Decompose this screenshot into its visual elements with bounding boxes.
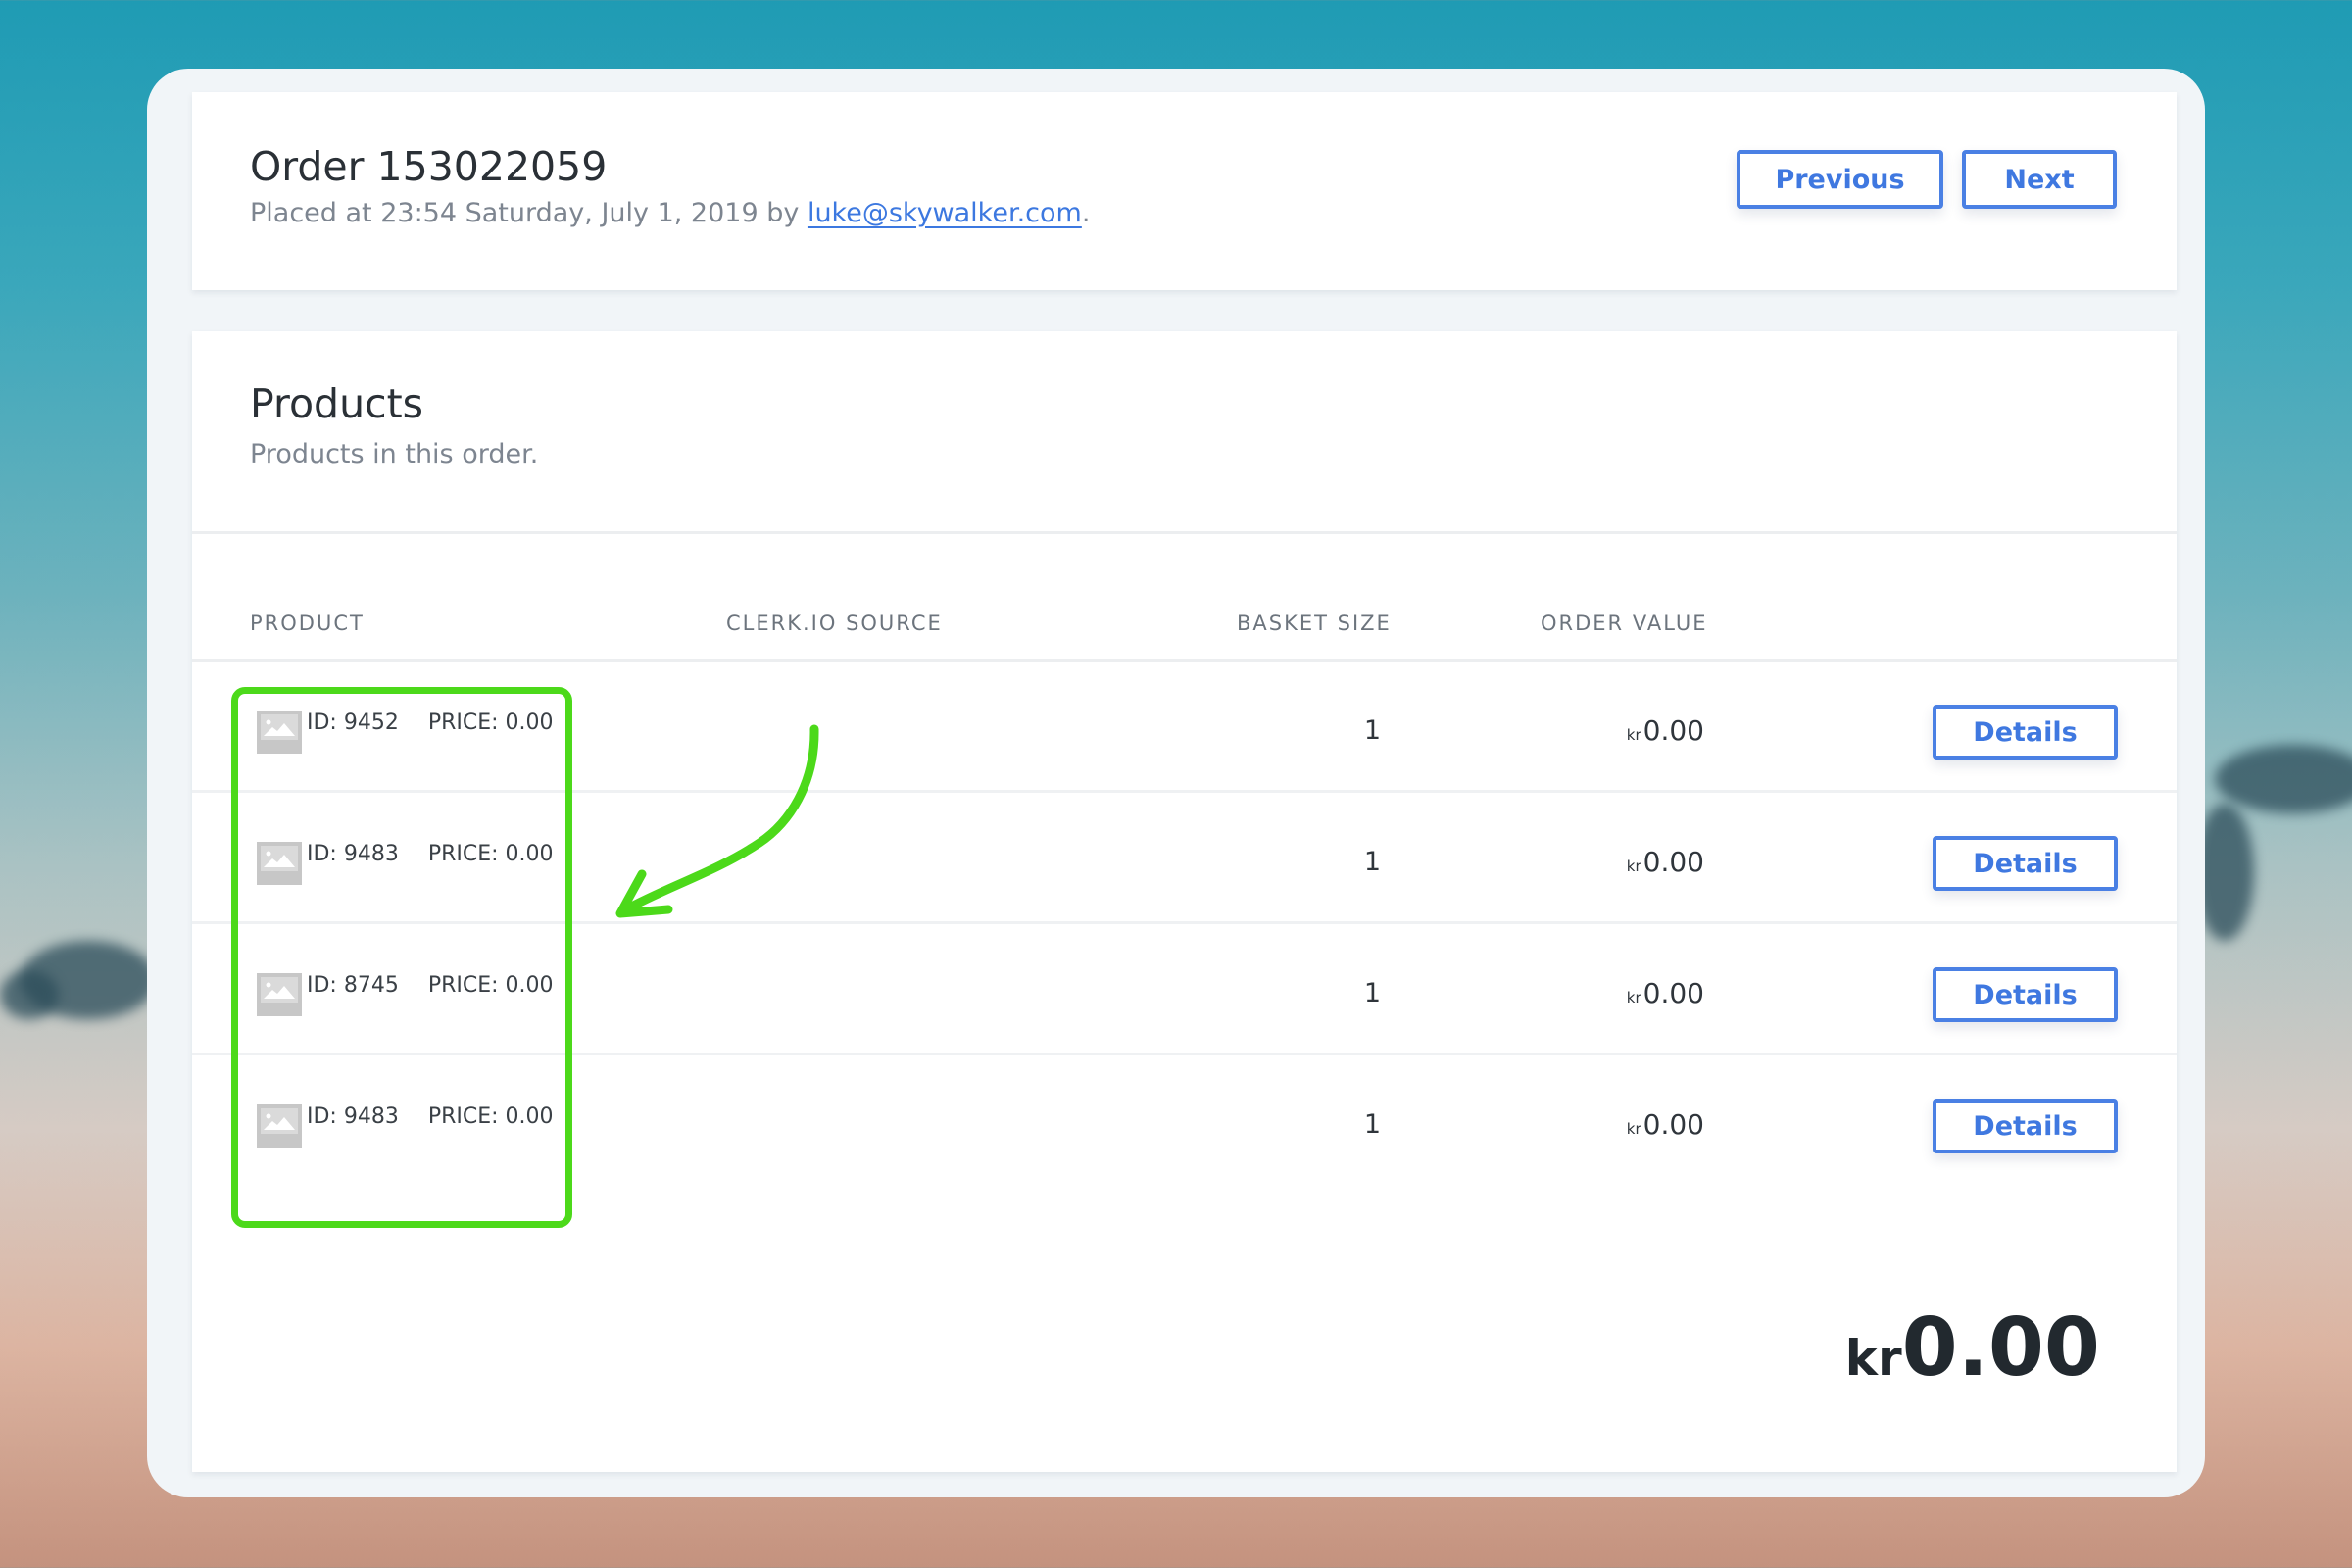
- currency: kr: [1626, 726, 1642, 744]
- image-placeholder-icon: [257, 842, 302, 885]
- background-cloud: [2215, 745, 2352, 813]
- details-button[interactable]: Details: [1933, 836, 2118, 891]
- column-header-source: CLERK.IO SOURCE: [726, 612, 943, 635]
- amount: 0.00: [1642, 846, 1704, 878]
- column-header-basket-size: BASKET SIZE: [1237, 612, 1392, 635]
- image-placeholder-icon: [257, 973, 302, 1016]
- image-placeholder-icon: [257, 710, 302, 754]
- order-placed-info: Placed at 23:54 Saturday, July 1, 2019 b…: [250, 198, 1090, 228]
- table-row: ID: 9483 PRICE: 0.00 1 kr0.00 Details: [192, 793, 2177, 924]
- details-button[interactable]: Details: [1933, 967, 2118, 1022]
- product-price: PRICE: 0.00: [427, 973, 554, 998]
- products-card: Products Products in this order. PRODUCT…: [192, 331, 2177, 1472]
- page-title: Order 153022059: [250, 143, 608, 190]
- column-header-order-value: ORDER VALUE: [1541, 612, 1708, 635]
- basket-size: 1: [1363, 1109, 1381, 1140]
- table-row: ID: 9483 PRICE: 0.00 1 kr0.00 Details: [192, 1055, 2177, 1187]
- order-value: kr0.00: [1627, 714, 1704, 747]
- product-id: ID: 8745: [307, 973, 399, 998]
- section-title: Products: [250, 380, 424, 427]
- product-cell: ID: 9483 PRICE: 0.00: [257, 1104, 554, 1148]
- currency: kr: [1626, 1120, 1642, 1138]
- product-price: PRICE: 0.00: [427, 1104, 554, 1129]
- order-header-card: Order 153022059 Placed at 23:54 Saturday…: [192, 92, 2177, 290]
- amount: 0.00: [1642, 714, 1704, 747]
- amount: 0.00: [1642, 977, 1704, 1009]
- product-id: ID: 9483: [307, 1104, 399, 1129]
- basket-size: 1: [1363, 978, 1381, 1008]
- order-total: kr0.00: [1845, 1301, 2100, 1395]
- product-cell: ID: 9452 PRICE: 0.00: [257, 710, 554, 754]
- column-header-product: PRODUCT: [250, 612, 365, 635]
- basket-size: 1: [1363, 847, 1381, 877]
- next-button[interactable]: Next: [1962, 150, 2117, 209]
- order-value: kr0.00: [1627, 846, 1704, 878]
- order-value: kr0.00: [1627, 977, 1704, 1009]
- table-row: ID: 8745 PRICE: 0.00 1 kr0.00 Details: [192, 924, 2177, 1055]
- order-value: kr0.00: [1627, 1108, 1704, 1141]
- basket-size: 1: [1363, 715, 1381, 746]
- details-button[interactable]: Details: [1933, 705, 2118, 760]
- placed-suffix: .: [1081, 198, 1091, 228]
- details-button[interactable]: Details: [1933, 1099, 2118, 1153]
- total-currency: kr: [1844, 1330, 1902, 1387]
- product-cell: ID: 8745 PRICE: 0.00: [257, 973, 554, 1016]
- currency: kr: [1626, 858, 1642, 875]
- image-placeholder-icon: [257, 1104, 302, 1148]
- product-cell: ID: 9483 PRICE: 0.00: [257, 842, 554, 885]
- table-row: ID: 9452 PRICE: 0.00 1 kr0.00 Details: [192, 662, 2177, 793]
- product-price: PRICE: 0.00: [427, 710, 554, 735]
- total-amount: 0.00: [1901, 1301, 2100, 1395]
- product-price: PRICE: 0.00: [427, 842, 554, 866]
- placed-text: Placed at 23:54 Saturday, July 1, 2019 b…: [250, 198, 808, 228]
- currency: kr: [1626, 989, 1642, 1006]
- product-id: ID: 9483: [307, 842, 399, 866]
- product-id: ID: 9452: [307, 710, 399, 735]
- section-subtitle: Products in this order.: [250, 439, 539, 469]
- amount: 0.00: [1642, 1108, 1704, 1141]
- background-cloud: [0, 970, 59, 1019]
- divider: [192, 531, 2177, 534]
- previous-button[interactable]: Previous: [1737, 150, 1943, 209]
- customer-email-link[interactable]: luke@skywalker.com: [808, 198, 1082, 228]
